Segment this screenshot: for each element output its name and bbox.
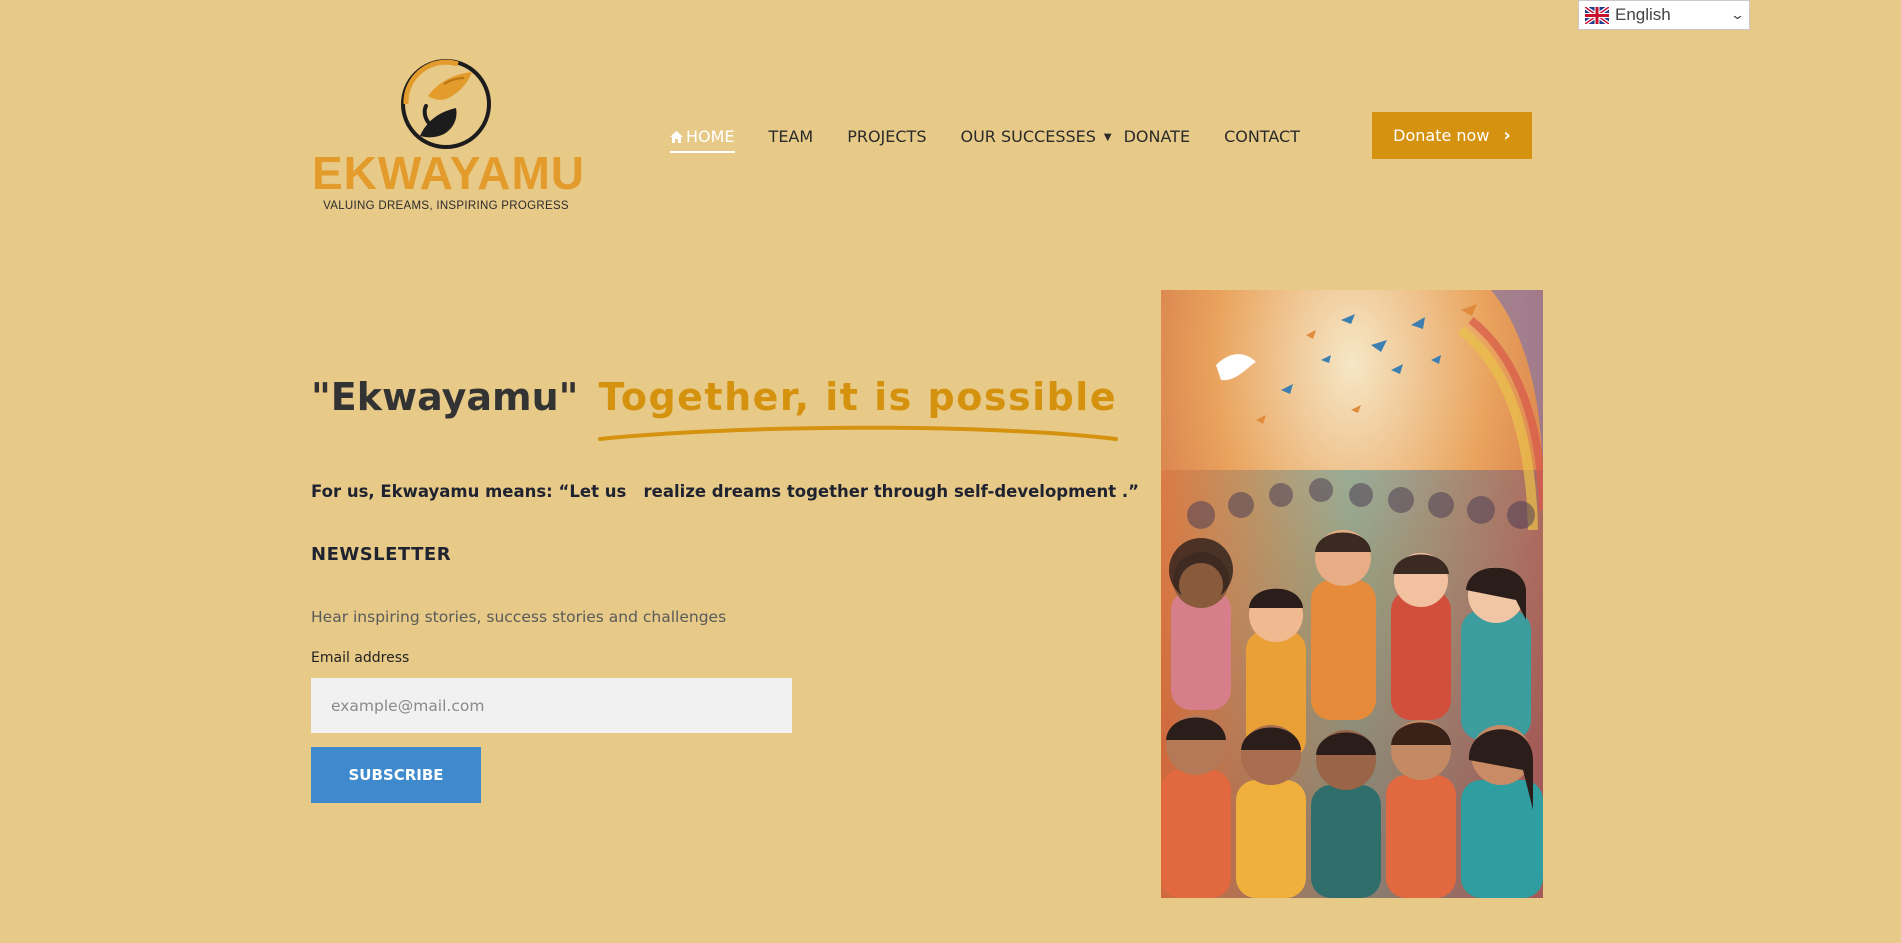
donate-now-label: Donate now [1393,126,1490,145]
children-crowd-illustration [1161,290,1543,898]
nav-item-home[interactable]: HOME [670,126,735,153]
nav-item-team[interactable]: TEAM [769,127,814,146]
subscribe-button[interactable]: SUBSCRIBE [311,747,481,803]
hero-headline: "Ekwayamu" Together, it is possible [311,375,1119,441]
nav-item-projects[interactable]: PROJECTS [847,127,926,146]
brand-tagline: VALUING DREAMS, INSPIRING PROGRESS [323,200,569,212]
newsletter-title: NEWSLETTER [311,544,452,565]
language-selector[interactable]: English ⌄ [1578,0,1750,30]
donate-now-button[interactable]: Donate now › [1372,112,1532,159]
caret-down-icon: ▼ [1103,131,1112,143]
home-icon [670,130,683,143]
brand-name: EKWAYAMU [312,147,585,199]
uk-flag-icon [1585,6,1609,24]
nav-item-label: OUR SUCCESSES [960,126,1096,146]
nav-item-donate[interactable]: DONATE [1124,127,1190,146]
hero-quote-word: "Ekwayamu" [311,375,579,419]
nav-item-our-successes[interactable]: OUR SUCCESSES ▼ [960,127,1111,146]
tagline-underline [598,425,1119,441]
main-nav: HOME TEAM PROJECTS OUR SUCCESSES ▼ DONATE… [670,122,1334,153]
nav-item-label: HOME [686,126,735,146]
site-logo[interactable]: EKWAYAMU VALUING DREAMS, INSPIRING PROGR… [312,52,585,222]
newsletter-description: Hear inspiring stories, success stories … [311,608,727,626]
hero-meaning-text: For us, Ekwayamu means: “Let us realize … [311,482,1139,501]
email-input[interactable] [311,678,792,733]
meaning-prefix: For us, Ekwayamu means: “Let us realize … [311,482,954,501]
hero-illustration [1161,290,1543,898]
chevron-down-icon: ⌄ [1729,7,1746,22]
nav-item-contact[interactable]: CONTACT [1224,127,1300,146]
email-label: Email address [311,650,410,666]
chevron-right-icon: › [1503,125,1511,146]
hero-tagline: Together, it is possible [598,375,1118,419]
meaning-bold: self-development .” [953,482,1139,501]
language-label: English [1615,5,1671,24]
hands-logo-icon [401,59,491,149]
